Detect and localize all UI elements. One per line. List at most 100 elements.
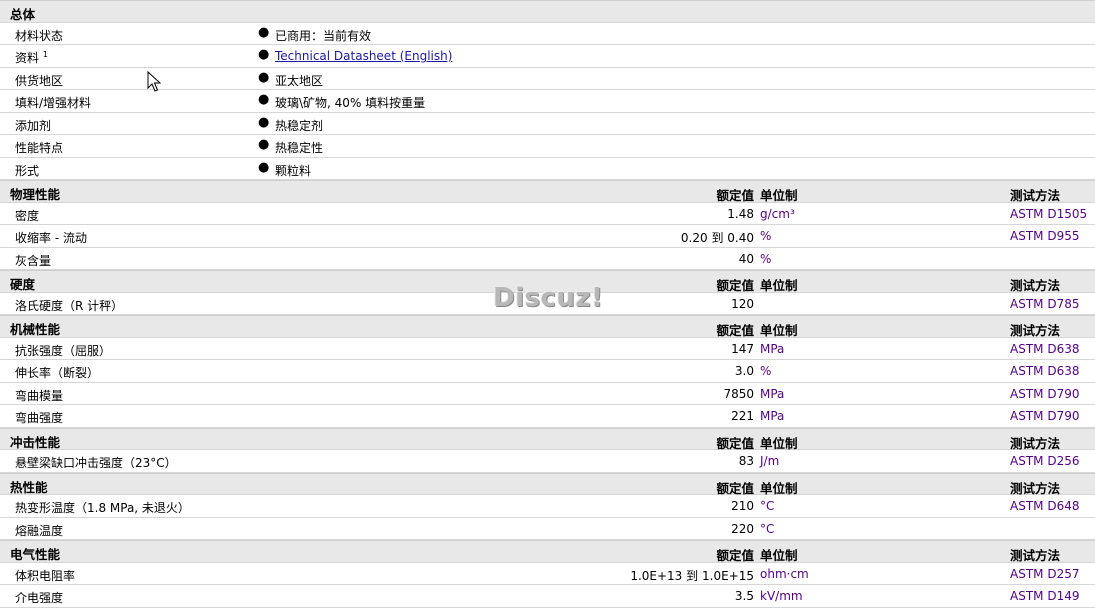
column-header-test: 测试方法 [1010, 480, 1061, 496]
datasheet-link[interactable]: Technical Datasheet (English) [275, 49, 452, 63]
nominal-value: 221 [731, 409, 754, 423]
unit-value: % [760, 251, 772, 266]
test-method: ASTM D638 [1010, 364, 1080, 378]
property-label: 密度 [15, 208, 40, 223]
bullet-icon: ● [258, 24, 270, 40]
nominal-value: 1.48 [727, 206, 754, 221]
unit-value: g/cm³ [760, 206, 795, 221]
property-label: 灰含量 [15, 253, 52, 268]
general-row: 形式 ● 颗粒料 [0, 158, 1095, 180]
property-row: 热变形温度（1.8 MPa, 未退火） 210 °C ASTM D648 [0, 495, 1095, 518]
general-row: 材料状态 ● 已商用：当前有效 [0, 23, 1095, 45]
general-row: 添加剂 ● 热稳定剂 [0, 113, 1095, 135]
nominal-value: 3.0 [734, 364, 754, 378]
column-header-unit: 单位制 [760, 548, 798, 563]
column-header-unit: 单位制 [760, 188, 798, 203]
unit-value: °C [760, 521, 775, 536]
column-header-unit: 单位制 [760, 480, 798, 496]
column-header-unit: 单位制 [760, 278, 798, 293]
property-label: 洛氏硬度（R 计秤） [15, 298, 124, 313]
property-value: 热稳定剂 [275, 118, 324, 133]
property-value: 颗粒料 [275, 163, 312, 178]
nominal-value: 210 [731, 499, 754, 513]
unit-value: % [760, 229, 772, 243]
nominal-value: 120 [731, 296, 754, 311]
section-header-mechanical: 机械性能 额定值 单位制 测试方法 [0, 315, 1095, 338]
footnote-marker: 1 [42, 50, 48, 59]
property-row: 伸长率（断裂） 3.0 % ASTM D638 [0, 360, 1095, 383]
section-header-general: 总体 [0, 0, 1095, 23]
nominal-value: 40 [738, 251, 754, 266]
test-method: ASTM D790 [1010, 409, 1080, 423]
column-header-test: 测试方法 [1010, 323, 1061, 338]
section-header-electrical: 电气性能 额定值 单位制 测试方法 [0, 540, 1095, 563]
property-label: 抗张强度（屈服） [15, 343, 112, 358]
property-label: 热变形温度（1.8 MPa, 未退火） [15, 501, 190, 515]
column-header-unit: 单位制 [760, 435, 798, 451]
section-header-impact: 冲击性能 额定值 单位制 测试方法 [0, 427, 1095, 451]
test-method: ASTM D638 [1010, 341, 1080, 356]
test-method: ASTM D149 [1010, 589, 1080, 603]
nominal-value: 3.5 [734, 589, 754, 603]
property-row: 介电强度 3.5 kV/mm ASTM D149 [0, 585, 1095, 608]
column-header-nominal: 额定值 [716, 188, 754, 203]
column-header-nominal: 额定值 [716, 480, 754, 496]
property-row: 体积电阻率 1.0E+13 到 1.0E+15 ohm·cm ASTM D257 [0, 563, 1095, 585]
bullet-icon: ● [258, 47, 270, 62]
column-header-test: 测试方法 [1010, 548, 1061, 563]
column-header-nominal: 额定值 [716, 323, 754, 338]
test-method: ASTM D256 [1010, 454, 1080, 468]
nominal-range: 0.20 到 0.40 [680, 231, 754, 245]
unit-value: MPa [760, 341, 785, 356]
unit-value: kV/mm [760, 589, 803, 603]
column-header-nominal: 额定值 [716, 278, 754, 293]
property-row: 灰含量 40 % [0, 248, 1095, 270]
section-header-physical: 物理性能 额定值 单位制 测试方法 [0, 180, 1095, 203]
property-label: 弯曲强度 [15, 411, 64, 425]
general-row: 填料/增强材料 ● 玻璃\矿物, 40% 填料按重量 [0, 90, 1095, 113]
property-row: 收缩率 - 流动 0.20 到 0.40 % ASTM D955 [0, 225, 1095, 248]
section-title: 物理性能 [10, 187, 61, 202]
property-label: 性能特点 [15, 141, 64, 155]
nominal-value: 147 [731, 341, 754, 356]
property-row: 弯曲强度 221 MPa ASTM D790 [0, 405, 1095, 428]
bullet-icon: ● [258, 114, 270, 130]
column-header-unit: 单位制 [760, 323, 798, 338]
section-title: 热性能 [10, 479, 48, 495]
column-header-nominal: 额定值 [716, 435, 754, 451]
property-label: 资料 1 [15, 50, 48, 65]
property-row: 密度 1.48 g/cm³ ASTM D1505 [0, 203, 1095, 225]
test-method: ASTM D955 [1010, 229, 1080, 243]
nominal-value: 220 [731, 521, 754, 536]
column-header-test: 测试方法 [1010, 188, 1061, 203]
property-label: 弯曲模量 [15, 388, 64, 403]
property-label: 悬壁梁缺口冲击强度（23°C） [15, 456, 177, 470]
property-label: 添加剂 [15, 118, 52, 133]
property-row: 熔融温度 220 °C [0, 518, 1095, 540]
test-method: ASTM D648 [1010, 499, 1080, 513]
nominal-value: 83 [738, 454, 754, 468]
property-value: 亚太地区 [275, 73, 324, 88]
bullet-icon: ● [258, 159, 270, 175]
unit-value: J/m [760, 454, 780, 468]
test-method: ASTM D790 [1010, 386, 1080, 401]
column-header-test: 测试方法 [1010, 435, 1061, 451]
property-label: 填料/增强材料 [15, 96, 92, 110]
column-header-nominal: 额定值 [716, 548, 754, 563]
property-label: 介电强度 [15, 591, 64, 605]
nominal-value: 7850 [723, 386, 754, 401]
nominal-range: 1.0E+13 到 1.0E+15 [630, 568, 754, 583]
mouse-pointer-icon [147, 71, 161, 92]
property-row: 悬壁梁缺口冲击强度（23°C） 83 J/m ASTM D256 [0, 450, 1095, 473]
property-label: 形式 [15, 163, 40, 178]
unit-value: % [760, 364, 772, 378]
unit-value: ohm·cm [760, 566, 809, 581]
property-label: 熔融温度 [15, 523, 64, 538]
unit-value: MPa [760, 409, 785, 423]
general-row: 性能特点 ● 热稳定性 [0, 135, 1095, 158]
test-method: ASTM D785 [1010, 296, 1080, 311]
property-label: 体积电阻率 [15, 568, 76, 583]
property-value: 玻璃\矿物, 40% 填料按重量 [275, 96, 426, 110]
bullet-icon: ● [258, 137, 270, 152]
section-title: 电气性能 [10, 547, 61, 562]
